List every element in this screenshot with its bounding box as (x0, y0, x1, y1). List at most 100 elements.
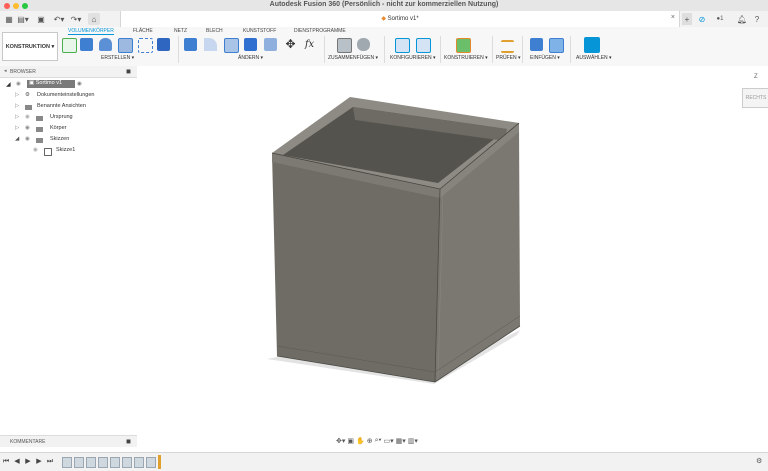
expand-arrow-icon[interactable]: ◢ (6, 81, 11, 88)
timeline-step-fillet[interactable] (86, 457, 96, 468)
motion-link-icon[interactable] (357, 38, 370, 51)
document-tab[interactable]: ◆ Sortimo v1* × (120, 11, 680, 27)
hole-icon[interactable] (118, 38, 133, 53)
tree-root[interactable]: ◢ ◉ ▣ Sortimo v1 ◉ (0, 80, 137, 91)
model-view[interactable] (137, 66, 768, 435)
timeline-step-extrude[interactable] (74, 457, 84, 468)
pattern-icon[interactable] (138, 38, 153, 53)
step-forward-icon[interactable]: ▶︎ (34, 457, 44, 467)
group-konstruieren[interactable]: KONSTRUIEREN ▾ (444, 55, 488, 61)
configure-table-icon[interactable] (416, 38, 431, 53)
shell-icon[interactable] (224, 38, 239, 53)
close-tab-icon[interactable]: × (671, 14, 675, 21)
data-panel-icon[interactable]: ▦ (4, 13, 14, 25)
combine-icon[interactable] (244, 38, 257, 51)
activate-radio-icon[interactable]: ◉ (77, 81, 82, 87)
step-back-icon[interactable]: ◀ (12, 457, 22, 467)
help-icon[interactable]: ? (752, 13, 762, 25)
play-icon[interactable]: ▶ (23, 457, 33, 467)
display-settings-icon[interactable]: ▭▾ (383, 437, 393, 445)
tree-item-benannte-ansichten[interactable]: ▷ Benannte Ansichten (0, 103, 137, 113)
timeline-step-fillet[interactable] (122, 457, 132, 468)
tree-item-koerper[interactable]: ▷ ◉ Körper (0, 125, 137, 135)
tree-item-dokumenteinstellungen[interactable]: ▷ ⚙ Dokumenteinstellungen (0, 92, 137, 102)
timeline-step-shell[interactable] (110, 457, 120, 468)
file-menu-icon[interactable]: ▤▾ (16, 13, 30, 25)
tree-item-skizze1[interactable]: ◉ Skizze1 (0, 147, 137, 157)
fit-icon[interactable]: ⌕▾ (375, 437, 382, 445)
zoom-icon[interactable]: ⊕ (367, 437, 373, 445)
comments-panel[interactable]: KOMMENTARE ◼ (0, 435, 137, 447)
configure-icon[interactable] (395, 38, 410, 53)
expand-arrow-icon[interactable]: ▷ (15, 114, 19, 120)
visibility-eye-icon[interactable]: ◉ (25, 136, 30, 142)
group-auswaehlen[interactable]: AUSWÄHLEN ▾ (576, 55, 612, 61)
root-component-label[interactable]: ▣ Sortimo v1 (27, 80, 75, 88)
viewcube-face-right[interactable]: RECHTS (742, 88, 768, 108)
extrude-icon[interactable] (80, 38, 93, 51)
pan-icon[interactable]: ✋ (356, 437, 365, 445)
expand-arrow-icon[interactable]: ▷ (15, 125, 19, 131)
tab-blech[interactable]: BLECH (206, 28, 223, 34)
notifications-icon[interactable]: 🔔︎ (737, 13, 747, 25)
expand-arrow-icon[interactable]: ◢ (15, 136, 19, 142)
timeline-step-chamfer[interactable] (134, 457, 144, 468)
fillet-icon[interactable] (204, 38, 217, 51)
pin-browser-icon[interactable]: ◼ (126, 68, 131, 75)
visibility-eye-icon[interactable]: ◉ (16, 81, 21, 87)
canvas-viewport[interactable]: Z RECHTS (137, 66, 768, 435)
create-form-icon[interactable] (157, 38, 170, 51)
go-to-end-icon[interactable]: ⏭ (45, 457, 55, 467)
tab-dienstprogramme[interactable]: DIENSTPROGRAMME (294, 28, 346, 34)
visibility-eye-icon[interactable]: ◉ (25, 125, 30, 131)
select-icon[interactable] (584, 37, 600, 53)
home-icon[interactable]: ⌂ (88, 13, 100, 25)
group-aendern[interactable]: ÄNDERN ▾ (238, 55, 263, 61)
expand-arrow-icon[interactable]: ▷ (15, 92, 19, 98)
comments-toggle-icon[interactable]: ◼ (126, 438, 131, 445)
visibility-eye-icon[interactable]: ◉ (33, 147, 38, 153)
group-konfigurieren[interactable]: KONFIGURIEREN ▾ (390, 55, 436, 61)
tab-flaeche[interactable]: FLÄCHE (133, 28, 153, 34)
timeline-marker[interactable] (158, 455, 161, 469)
timeline-step-extrude[interactable] (98, 457, 108, 468)
group-zusammenfuegen[interactable]: ZUSAMMENFÜGEN ▾ (328, 55, 378, 61)
joint-icon[interactable] (337, 38, 352, 53)
insert-derive-icon[interactable] (530, 38, 543, 51)
expand-arrow-icon[interactable]: ▷ (15, 103, 19, 109)
group-einfuegen[interactable]: EINFÜGEN ▾ (530, 55, 560, 61)
scale-icon[interactable] (264, 38, 277, 51)
grid-snaps-icon[interactable]: ▦▾ (396, 437, 406, 445)
timeline-step-fillet[interactable] (146, 457, 156, 468)
redo-icon[interactable]: ↷▾ (69, 13, 83, 25)
group-erstellen[interactable]: ERSTELLEN ▾ (101, 55, 134, 61)
group-pruefen[interactable]: PRÜFEN ▾ (496, 55, 520, 61)
visibility-eye-icon[interactable]: ◉ (25, 114, 30, 120)
go-to-start-icon[interactable]: ⏮ (1, 457, 11, 467)
save-icon[interactable]: ▣ (36, 13, 46, 25)
workspace-switcher[interactable]: KONSTRUKTION ▾ (2, 32, 58, 61)
revolve-icon[interactable] (99, 38, 112, 51)
create-sketch-icon[interactable] (62, 38, 77, 53)
tab-kunststoff[interactable]: KUNSTSTOFF (243, 28, 276, 34)
job-status-icon[interactable]: ⊘ (697, 13, 707, 25)
measure-icon[interactable] (501, 40, 514, 53)
timeline-settings-icon[interactable]: ⚙ (756, 457, 762, 465)
viewports-icon[interactable]: ▥▾ (408, 437, 418, 445)
new-tab-icon[interactable]: + (682, 13, 692, 25)
collapse-browser-icon[interactable]: ◂ (4, 68, 7, 74)
tab-netz[interactable]: NETZ (174, 28, 187, 34)
offset-plane-icon[interactable] (456, 38, 471, 53)
viewcube[interactable]: Z RECHTS (740, 74, 768, 114)
tree-item-skizzen[interactable]: ◢ ◉ Skizzen (0, 136, 137, 146)
orbit-icon[interactable]: ✥▾ (336, 437, 345, 445)
parameters-icon[interactable]: fx (303, 38, 316, 51)
undo-icon[interactable]: ↶▾ (52, 13, 66, 25)
look-at-icon[interactable]: ▣ (347, 437, 354, 445)
online-users[interactable]: ● 1 (712, 13, 728, 25)
tree-item-ursprung[interactable]: ▷ ◉ Ursprung (0, 114, 137, 124)
press-pull-icon[interactable] (184, 38, 197, 51)
timeline-step-sketch[interactable] (62, 457, 72, 468)
move-icon[interactable]: ✥ (284, 38, 297, 51)
insert-image-icon[interactable] (549, 38, 564, 53)
